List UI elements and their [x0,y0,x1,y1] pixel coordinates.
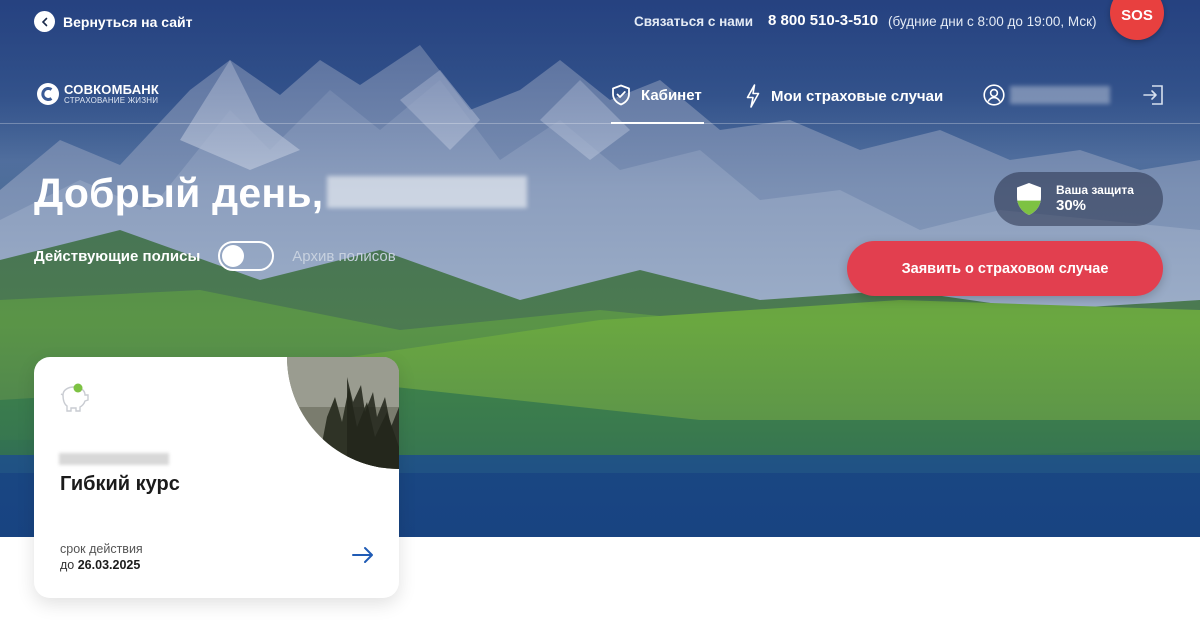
active-tab-indicator [611,122,704,124]
policy-term-date: 26.03.2025 [77,558,141,572]
user-name-redacted [1010,86,1110,104]
shield-check-icon [612,84,630,106]
working-hours: (будние дни с 8:00 до 19:00, Мск) [888,14,1097,29]
tab-cabinet-label: Кабинет [641,86,702,104]
chevron-left-icon [34,11,55,32]
policy-term-label: срок действия [60,542,143,556]
top-bar: Вернуться на сайт Связаться с нами 8 800… [0,0,1200,44]
logo-subtitle: СТРАХОВАНИЕ ЖИЗНИ [64,96,159,105]
active-policies-label[interactable]: Действующие полисы [34,248,200,265]
tab-insurance-cases-label: Мои страховые случаи [771,87,944,105]
toggle-knob [222,245,245,267]
logout-icon[interactable] [1141,83,1165,107]
policies-toggle-row: Действующие полисы Архив полисов [34,240,396,272]
lightning-icon [746,84,760,108]
policy-term-prefix: до [60,558,75,572]
logo-name: СОВКОМБАНК [64,82,159,97]
tab-cabinet[interactable]: Кабинет [611,84,702,106]
logo-mark-icon [37,83,59,105]
user-first-name-redacted [327,176,527,208]
contact-us-link[interactable]: Связаться с нами [634,14,753,29]
user-icon[interactable] [983,84,1005,106]
piggy-bank-icon [58,383,92,418]
protection-value: 30% [1056,197,1087,215]
policy-title: Гибкий курс [60,473,180,495]
policy-card-image [287,357,399,469]
back-to-site-link[interactable]: Вернуться на сайт [34,11,193,32]
greeting-title: Добрый день, [34,170,324,216]
report-insurance-case-button[interactable]: Заявить о страховом случае [847,241,1163,296]
arrow-right-icon[interactable] [351,546,375,564]
archive-policies-label[interactable]: Архив полисов [292,248,395,265]
tab-insurance-cases[interactable]: Мои страховые случаи [745,84,943,108]
protection-title: Ваша защита [1056,182,1134,197]
main-nav: СОВКОМБАНК СТРАХОВАНИЕ ЖИЗНИ Кабинет Мои… [0,60,1200,124]
policy-card[interactable]: Гибкий курс срок действия до 26.03.2025 [34,357,399,598]
sos-button[interactable]: SOS [1110,0,1164,40]
phone-number[interactable]: 8 800 510-3-510 [768,12,878,29]
policy-term: до 26.03.2025 [60,558,140,572]
protection-level-badge[interactable]: Ваша защита 30% [994,172,1163,226]
back-to-site-label: Вернуться на сайт [63,13,193,30]
logo[interactable]: СОВКОМБАНК СТРАХОВАНИЕ ЖИЗНИ [36,82,159,106]
policy-number-redacted [59,453,169,465]
shield-icon [1017,183,1041,215]
policies-archive-toggle[interactable] [218,241,275,271]
